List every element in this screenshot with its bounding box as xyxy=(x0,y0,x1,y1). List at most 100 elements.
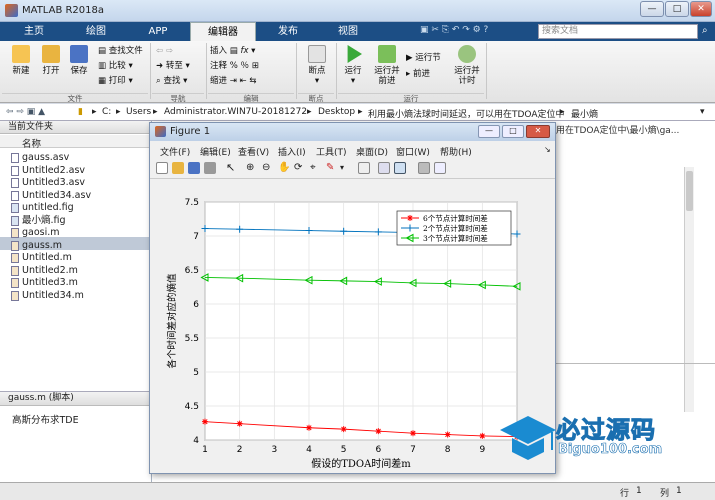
line-chart[interactable]: 1234567891044.555.566.577.5假设的TDOA时间差m各个… xyxy=(150,180,555,473)
path-segment[interactable]: Administrator.WIN7U-20181272 xyxy=(164,107,307,117)
print-icon[interactable] xyxy=(204,162,216,174)
quick-access-icons[interactable]: ▣ ✂ ⎘ ↶ ↷ ⚙ ? xyxy=(420,25,530,38)
menu-desktop[interactable]: 桌面(D) xyxy=(356,145,388,158)
open-icon[interactable] xyxy=(172,162,184,174)
open-button[interactable]: 打开 xyxy=(38,45,64,76)
run-and-advance-button[interactable]: 运行并 前进 xyxy=(372,45,402,86)
menu-file[interactable]: 文件(F) xyxy=(160,145,190,158)
tab-editor[interactable]: 编辑器 xyxy=(190,22,256,41)
brush-dropdown-icon[interactable]: ▾ xyxy=(340,162,352,174)
list-item[interactable]: Untitled34.asv xyxy=(11,190,91,202)
breakpoint-icon xyxy=(308,45,326,63)
path-segment[interactable]: 利用最小熵法球时间延迟，可以用在TDOA定位中 xyxy=(368,107,565,120)
editor-tab[interactable]: 用在TDOA定位中\最小熵\ga... xyxy=(556,123,715,137)
figure-minimize-button[interactable]: — xyxy=(478,125,500,138)
menu-edit[interactable]: 编辑(E) xyxy=(200,145,231,158)
path-segment[interactable]: Users xyxy=(126,107,151,117)
back-forward-icons[interactable]: ⇦ ⇨ ▣ ▲ xyxy=(6,107,45,117)
current-folder-path[interactable]: ⇦ ⇨ ▣ ▲ ▮ ▸ C: ▸ Users ▸ Administrator.W… xyxy=(0,104,715,121)
fig-file-icon xyxy=(11,203,19,213)
save-button[interactable]: 保存 xyxy=(66,45,92,76)
indent-button[interactable]: 缩进 ⇥ ⇤ ⇆ xyxy=(210,76,257,86)
column-header[interactable]: 名称 xyxy=(0,135,151,150)
folder-icon: ▮ xyxy=(78,107,83,117)
tab-apps[interactable]: APP xyxy=(130,22,186,41)
tab-plots[interactable]: 绘图 xyxy=(68,22,124,41)
editor-scrollbar[interactable] xyxy=(684,167,694,412)
link-plot-icon[interactable] xyxy=(358,162,370,174)
menu-window[interactable]: 窗口(W) xyxy=(396,145,430,158)
colorbar-icon[interactable] xyxy=(378,162,390,174)
matlab-logo-icon xyxy=(5,4,18,17)
find-button[interactable]: ⌕ 查找 ▾ xyxy=(156,76,187,86)
hide-plot-tools-icon[interactable] xyxy=(418,162,430,174)
current-folder-panel: 当前文件夹 名称 gauss.asv Untitled2.asv Untitle… xyxy=(0,121,152,391)
list-item[interactable]: Untitled2.m xyxy=(11,265,78,277)
data-cursor-icon[interactable]: ⌖ xyxy=(310,162,322,174)
save-icon xyxy=(70,45,88,63)
path-segment[interactable]: Desktop xyxy=(318,107,355,117)
menu-view[interactable]: 查看(V) xyxy=(238,145,269,158)
zoom-out-icon[interactable]: ⊖ xyxy=(262,162,274,174)
path-segment[interactable]: 最小熵 xyxy=(571,107,598,120)
comment-button[interactable]: 注释 % ％ ⊞ xyxy=(210,61,259,71)
zoom-in-icon[interactable]: ⊕ xyxy=(246,162,258,174)
new-button[interactable]: 新建 xyxy=(8,45,34,76)
tab-home[interactable]: 主页 xyxy=(8,22,60,41)
minimize-button[interactable]: — xyxy=(640,1,664,17)
tab-view[interactable]: 视图 xyxy=(320,22,376,41)
figure-title: Figure 1 xyxy=(170,126,211,137)
tab-publish[interactable]: 发布 xyxy=(260,22,316,41)
print-button[interactable]: ▦ 打印 ▾ xyxy=(98,76,133,86)
path-segment[interactable]: C: xyxy=(102,107,111,117)
compare-button[interactable]: ▥ 比较 ▾ xyxy=(98,61,133,71)
list-item[interactable]: Untitled3.asv xyxy=(11,177,85,189)
list-item[interactable]: Untitled34.m xyxy=(11,290,84,302)
search-input[interactable]: 搜索文档 xyxy=(538,24,698,39)
breakpoints-button[interactable]: 断点 ▾ xyxy=(302,45,332,86)
pan-icon[interactable]: ✋ xyxy=(278,162,290,174)
run-button[interactable]: 运行 ▾ xyxy=(340,45,366,86)
list-item[interactable]: Untitled2.asv xyxy=(11,165,85,177)
figure-maximize-button[interactable]: □ xyxy=(502,125,524,138)
insert-button[interactable]: 插入 ▤ fx ▾ xyxy=(210,46,255,56)
close-button[interactable]: ✕ xyxy=(690,1,712,17)
list-item[interactable]: Untitled.m xyxy=(11,252,72,264)
nav-arrows-icon[interactable]: ⇦ ⇨ xyxy=(156,46,173,56)
figure-close-button[interactable]: ✕ xyxy=(526,125,550,138)
menu-insert[interactable]: 插入(I) xyxy=(278,145,306,158)
show-plot-tools-icon[interactable] xyxy=(434,162,446,174)
run-section-button[interactable]: ▶ 运行节 xyxy=(406,53,441,63)
list-item[interactable]: Untitled3.m xyxy=(11,277,78,289)
scrollbar-thumb[interactable] xyxy=(686,171,693,211)
menu-tools[interactable]: 工具(T) xyxy=(316,145,347,158)
new-file-icon xyxy=(12,45,30,63)
pointer-icon[interactable]: ↖ xyxy=(226,162,238,174)
figure-window[interactable]: Figure 1 — □ ✕ 文件(F) 编辑(E) 查看(V) 插入(I) 工… xyxy=(149,122,556,474)
save-icon[interactable] xyxy=(188,162,200,174)
search-icon[interactable]: ⌕ xyxy=(702,25,708,36)
data-point-star xyxy=(340,426,347,433)
new-figure-icon[interactable] xyxy=(156,162,168,174)
list-item[interactable]: 最小熵.fig xyxy=(11,215,66,227)
figure-title-bar[interactable]: Figure 1 — □ ✕ xyxy=(150,123,555,141)
run-and-time-button[interactable]: 运行并 计时 xyxy=(452,45,482,86)
menu-dock-icon[interactable]: ↘ xyxy=(544,145,551,154)
x-tick-label: 4 xyxy=(306,445,312,455)
goto-button[interactable]: ➜ 转至 ▾ xyxy=(156,61,190,71)
maximize-button[interactable]: □ xyxy=(665,1,689,17)
list-item[interactable]: gauss.asv xyxy=(11,152,69,164)
list-item[interactable]: gauss.m xyxy=(11,240,62,252)
find-files-button[interactable]: ▤ 查找文件 xyxy=(98,46,143,56)
path-dropdown-icon[interactable]: ▾ xyxy=(700,107,705,117)
advance-button[interactable]: ▸ 前进 xyxy=(406,69,430,79)
menu-help[interactable]: 帮助(H) xyxy=(440,145,472,158)
legend-entry: 6个节点计算时间差 xyxy=(423,213,488,223)
x-axis-label: 假设的TDOA时间差m xyxy=(311,457,411,470)
legend-icon[interactable] xyxy=(394,162,406,174)
brush-icon[interactable]: ✎ xyxy=(326,162,338,174)
status-bar: 行 1 列 1 xyxy=(0,482,715,500)
list-item[interactable]: gaosi.m xyxy=(11,227,60,239)
list-item[interactable]: untitled.fig xyxy=(11,202,74,214)
rotate-icon[interactable]: ⟳ xyxy=(294,162,306,174)
